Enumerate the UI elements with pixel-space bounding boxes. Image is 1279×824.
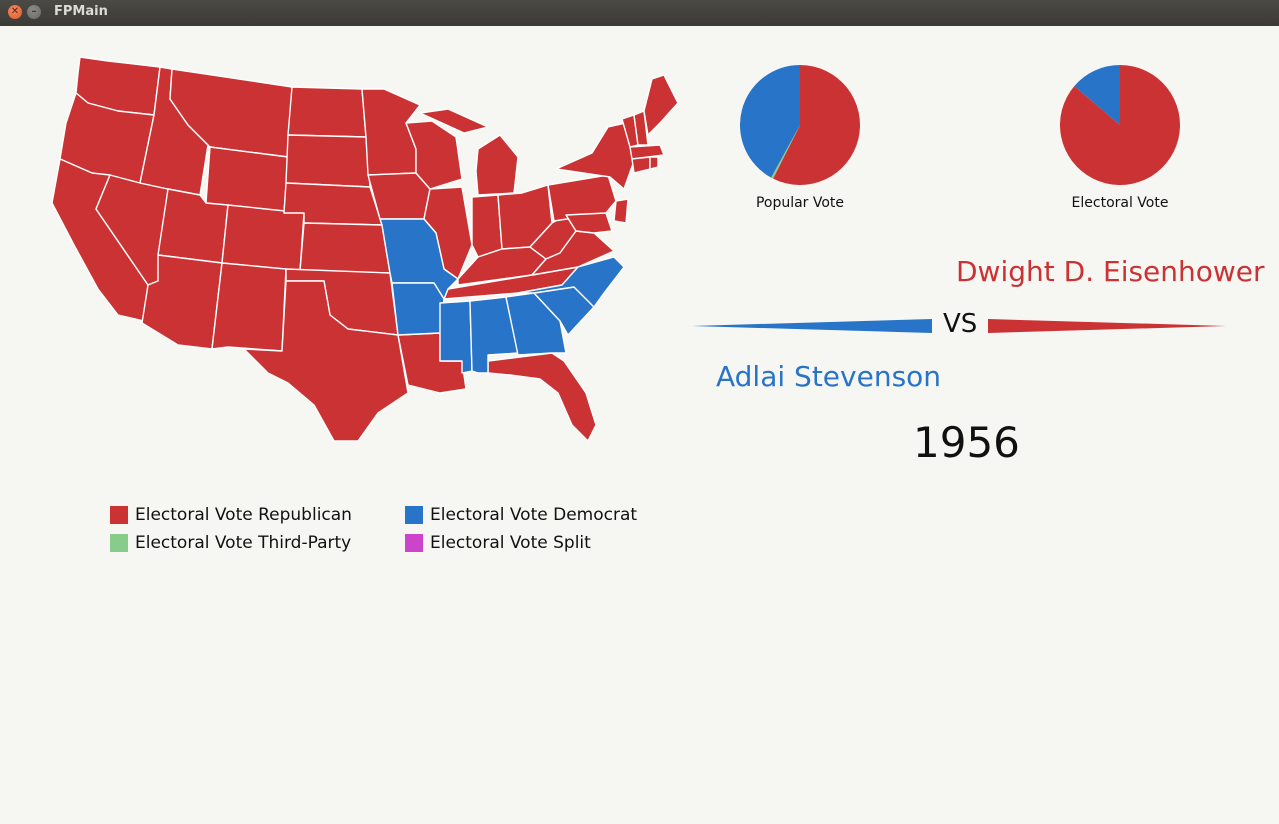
legend-item-split: Electoral Vote Split [405, 533, 591, 553]
state-florida[interactable] [487, 352, 597, 442]
legend-label-republican: Electoral Vote Republican [135, 505, 352, 525]
republican-candidate-name: Dwight D. Eisenhower [956, 255, 1265, 288]
legend-label-split: Electoral Vote Split [430, 533, 591, 553]
republican-wedge [988, 319, 1226, 333]
democrat-swatch [405, 506, 423, 524]
legend-label-democrat: Electoral Vote Democrat [430, 505, 638, 525]
minimize-window-button[interactable]: – [27, 5, 41, 19]
state-kansas[interactable] [299, 222, 391, 274]
minimize-icon: – [31, 6, 37, 17]
legend-item-third-party: Electoral Vote Third-Party [110, 533, 351, 553]
state-colorado[interactable] [221, 204, 305, 272]
election-year: 1956 [913, 418, 1020, 467]
legend-item-republican: Electoral Vote Republican [110, 505, 352, 525]
close-icon: ✕ [10, 6, 20, 17]
state-new-jersey[interactable] [613, 198, 629, 224]
electoral-vote-pie [1060, 65, 1180, 185]
electoral-vote-chart: Electoral Vote [1050, 65, 1190, 211]
vs-label: VS [943, 309, 978, 339]
electoral-vote-label: Electoral Vote [1071, 195, 1169, 211]
democrat-candidate-name: Adlai Stevenson [716, 360, 942, 393]
state-north-dakota[interactable] [287, 86, 367, 138]
state-maine[interactable] [643, 74, 679, 136]
close-window-button[interactable]: ✕ [8, 5, 22, 19]
state-arkansas[interactable] [391, 282, 445, 336]
window-titlebar: ✕ – FPMain [0, 0, 1279, 26]
split-swatch [405, 534, 423, 552]
state-indiana[interactable] [471, 194, 503, 258]
window-title: FPMain [54, 4, 108, 19]
state-south-dakota[interactable] [285, 134, 371, 188]
third-party-swatch [110, 534, 128, 552]
state-rhode-island[interactable] [649, 156, 659, 170]
popular-vote-chart: Popular Vote [730, 65, 870, 211]
popular-vote-pie [740, 65, 860, 185]
state-new-mexico[interactable] [211, 262, 287, 352]
republican-swatch [110, 506, 128, 524]
state-wyoming[interactable] [205, 146, 289, 214]
legend-item-democrat: Electoral Vote Democrat [405, 505, 637, 525]
legend-label-third-party: Electoral Vote Third-Party [135, 533, 352, 553]
popular-vote-label: Popular Vote [755, 195, 845, 211]
democrat-wedge [692, 319, 932, 333]
state-connecticut[interactable] [631, 156, 651, 174]
us-election-map [51, 56, 679, 442]
